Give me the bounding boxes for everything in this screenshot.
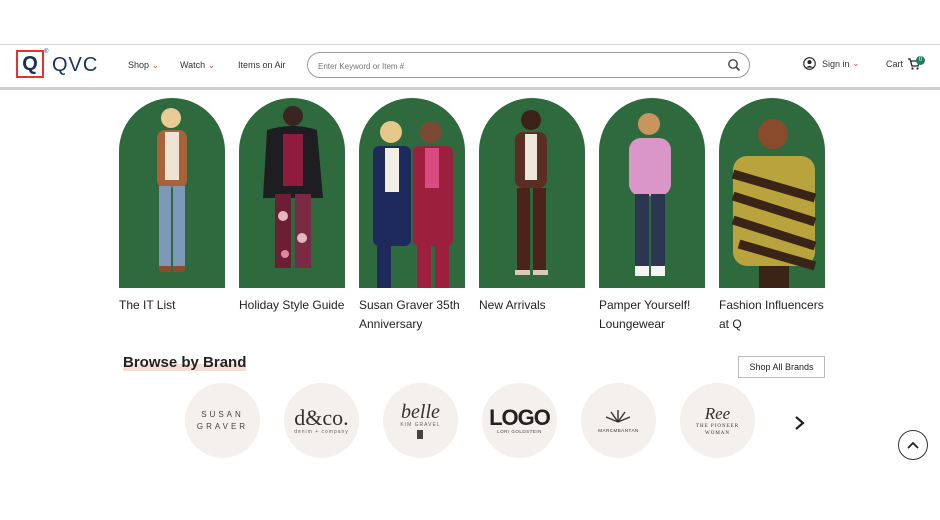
category-holiday-style-guide[interactable]: Holiday Style Guide bbox=[239, 98, 345, 315]
sunburst-logo-icon bbox=[606, 409, 631, 423]
category-label: Holiday Style Guide bbox=[239, 298, 345, 312]
nav-shop-label: Shop bbox=[128, 60, 150, 70]
brand-logo-line2: THE PIONEER WOMAN bbox=[695, 423, 740, 436]
brand-logo-line1: LOGO bbox=[489, 405, 551, 430]
brand-belle-kim-gravel[interactable]: belle KIM GRAVEL bbox=[383, 383, 458, 458]
brand-logo-line1: SUSAN bbox=[201, 409, 244, 419]
category-label: Susan Graver 35th Anniversary bbox=[359, 298, 460, 331]
category-fashion-influencers[interactable]: Fashion Influencers at Q bbox=[719, 98, 825, 334]
category-image bbox=[599, 98, 705, 288]
site-header: Q ® QVC Shop⌄ Watch⌄ Items on Air Sign i… bbox=[0, 45, 940, 90]
nav-items-on-air[interactable]: Items on Air bbox=[238, 60, 286, 70]
sign-in-button[interactable]: Sign in ⌄ bbox=[803, 57, 859, 70]
user-icon bbox=[803, 57, 816, 70]
category-susan-graver-anniversary[interactable]: Susan Graver 35th Anniversary bbox=[359, 98, 465, 334]
category-pamper-yourself[interactable]: Pamper Yourself! Loungewear bbox=[599, 98, 705, 334]
brand-logo-line2: GRAVER bbox=[196, 421, 249, 431]
search-bar bbox=[307, 52, 750, 78]
shop-all-brands-button[interactable]: Shop All Brands bbox=[738, 356, 825, 378]
category-it-list[interactable]: The IT List bbox=[119, 98, 225, 315]
sign-in-label: Sign in bbox=[822, 58, 850, 69]
chevron-down-icon: ⌄ bbox=[208, 61, 215, 70]
nav-shop[interactable]: Shop ⌄ bbox=[128, 60, 159, 70]
brand-logo-line2: LORI GOLDSTEIN bbox=[497, 429, 542, 434]
brand-susan-graver[interactable]: SUSAN GRAVER bbox=[185, 383, 260, 458]
chevron-up-icon bbox=[907, 441, 919, 449]
nav-watch[interactable]: Watch ⌄ bbox=[180, 60, 215, 70]
category-label: New Arrivals bbox=[479, 298, 546, 312]
cart-count-badge: 0 bbox=[916, 56, 925, 65]
brand-logo-line1: belle bbox=[401, 401, 440, 423]
brand-logo-line1: d&co. bbox=[294, 404, 349, 430]
logo-text[interactable]: QVC bbox=[52, 54, 98, 77]
brand-marc-bouwer[interactable]: MARCMBANTAN bbox=[581, 383, 656, 458]
brand-logo-lori-goldstein[interactable]: LOGO LORI GOLDSTEIN bbox=[482, 383, 557, 458]
chevron-down-icon: ⌄ bbox=[852, 59, 860, 68]
qvc-logo[interactable]: Q bbox=[16, 50, 44, 78]
brand-the-pioneer-woman[interactable]: Ree THE PIONEER WOMAN bbox=[680, 383, 755, 458]
brand-logo-line2: denim + company bbox=[294, 428, 349, 435]
nav-items-on-air-label: Items on Air bbox=[238, 60, 286, 70]
scroll-to-top-button[interactable] bbox=[898, 430, 928, 460]
category-image bbox=[239, 98, 345, 288]
chevron-right-icon[interactable] bbox=[792, 411, 808, 435]
category-image bbox=[359, 98, 465, 288]
category-image bbox=[479, 98, 585, 288]
category-image bbox=[119, 98, 225, 288]
brand-logo-line1: MARCMBANTAN bbox=[598, 427, 639, 433]
category-label: The IT List bbox=[119, 298, 176, 312]
belle-mark-icon bbox=[417, 430, 424, 439]
browse-by-brand-title: Browse by Brand bbox=[123, 354, 247, 371]
chevron-down-icon: ⌄ bbox=[152, 61, 159, 70]
logo-mark: Q bbox=[22, 53, 38, 75]
cart-label: Cart bbox=[886, 59, 904, 69]
search-input[interactable] bbox=[316, 58, 720, 74]
search-icon[interactable] bbox=[727, 58, 741, 72]
brand-logo-line2: KIM GRAVEL bbox=[400, 422, 441, 428]
category-image bbox=[719, 98, 825, 288]
logo-trademark: ® bbox=[44, 49, 49, 55]
category-label: Fashion Influencers at Q bbox=[719, 298, 824, 331]
nav-watch-label: Watch bbox=[180, 60, 206, 70]
category-label: Pamper Yourself! Loungewear bbox=[599, 298, 691, 331]
brand-denim-and-co[interactable]: d&co. denim + company bbox=[284, 383, 359, 458]
brand-logo-line1: Ree bbox=[704, 403, 731, 423]
category-new-arrivals[interactable]: New Arrivals bbox=[479, 98, 585, 315]
